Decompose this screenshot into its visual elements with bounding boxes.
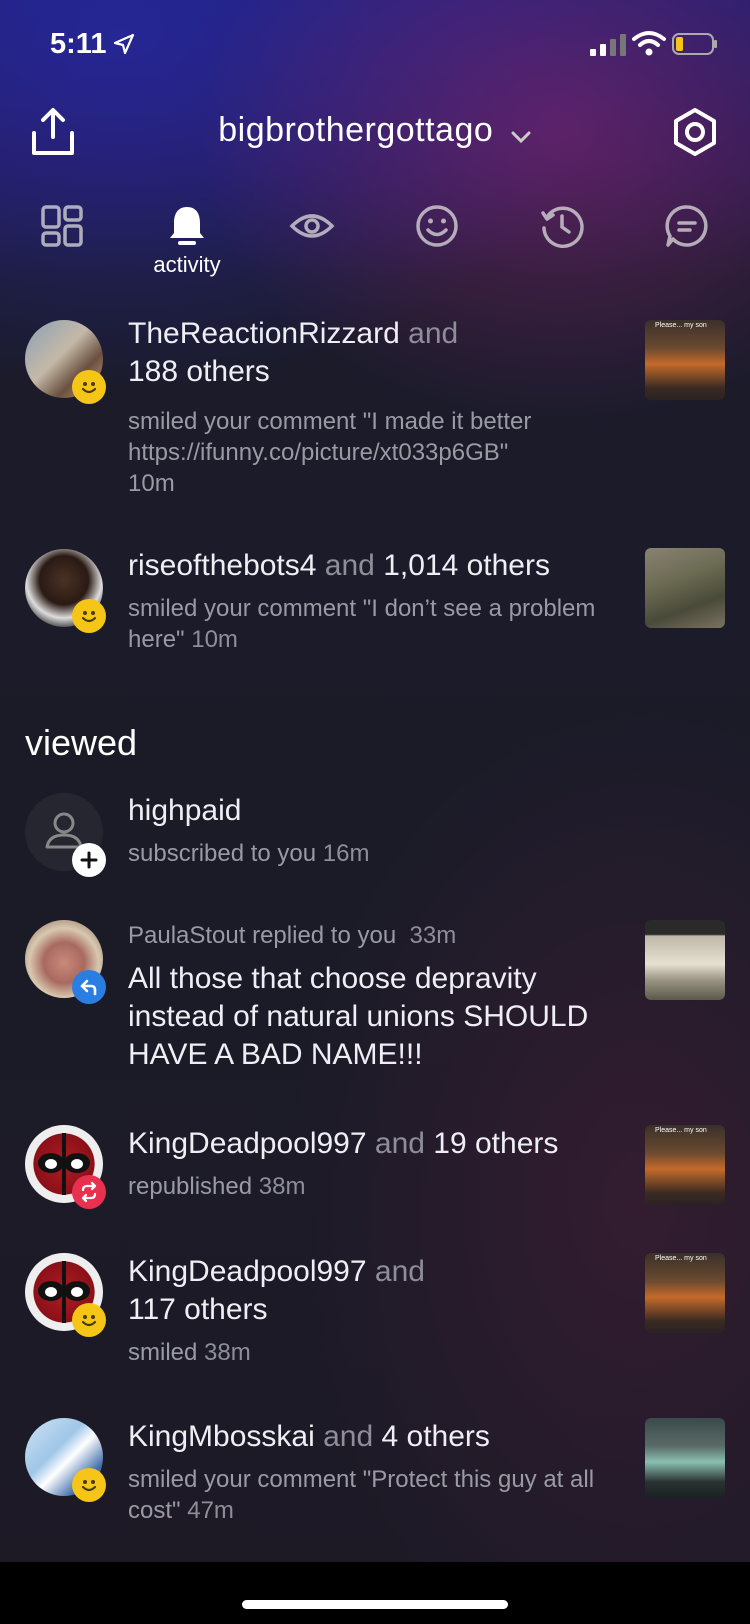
username[interactable]: KingDeadpool997: [128, 1255, 367, 1288]
others-count[interactable]: 1,014 others: [383, 549, 550, 582]
section-title: viewed: [25, 722, 138, 763]
status-time: 5:11: [50, 28, 107, 60]
bell-icon: [170, 207, 204, 245]
username[interactable]: KingMbosskai: [128, 1420, 315, 1453]
notification-title: KingDeadpool997 and 117 others: [128, 1255, 425, 1326]
post-thumbnail[interactable]: Please... my son: [645, 1125, 725, 1205]
tab-bar: activity: [0, 195, 750, 285]
notification-text: subscribed to you 16m: [128, 840, 370, 867]
wifi-icon: [632, 31, 666, 56]
smile-badge-icon: [72, 370, 106, 404]
post-thumbnail[interactable]: [645, 920, 725, 1000]
notification-text: PaulaStout replied to you 33m: [128, 922, 457, 949]
notification-title: TheReactionRizzard and 188 others: [128, 317, 459, 388]
timestamp: 38m: [258, 1173, 306, 1200]
timestamp: 10m: [128, 470, 175, 497]
chevron-down-icon: [511, 131, 531, 143]
battery-icon: [672, 33, 717, 55]
eye-icon: [289, 214, 335, 238]
history-icon: [541, 206, 584, 249]
username[interactable]: TheReactionRizzard: [128, 317, 400, 350]
add-badge-icon: [72, 843, 106, 877]
tab-grid[interactable]: [17, 195, 107, 285]
others-count[interactable]: 19 others: [433, 1127, 558, 1160]
notification-text: smiled your comment "I don’t see a probl…: [128, 595, 596, 653]
post-thumbnail[interactable]: [645, 548, 725, 628]
tab-chats[interactable]: [642, 195, 732, 285]
tab-activity[interactable]: activity: [142, 195, 232, 285]
tab-activity-label: activity: [153, 252, 221, 277]
account-switcher[interactable]: bigbrothergottago: [0, 111, 750, 150]
home-indicator[interactable]: [242, 1600, 508, 1609]
smile-badge-icon: [72, 1303, 106, 1337]
tab-history[interactable]: [517, 195, 607, 285]
chat-icon: [665, 205, 708, 247]
username[interactable]: riseofthebots4: [128, 549, 316, 582]
smile-badge-icon: [72, 1468, 106, 1502]
notification-text: smiled your comment "I made it better ht…: [128, 408, 532, 497]
timestamp: 33m: [409, 922, 457, 949]
others-count[interactable]: 4 others: [382, 1420, 490, 1453]
notification-title: riseofthebots4 and 1,014 others: [128, 549, 550, 582]
republish-badge-icon: [72, 1175, 106, 1209]
reply-badge-icon: [72, 970, 106, 1004]
notification-text: republished 38m: [128, 1173, 306, 1200]
others-count[interactable]: 188 others: [128, 355, 270, 388]
bottom-bar: [0, 1562, 750, 1624]
status-bar: 5:11: [0, 0, 750, 90]
notification-title: KingMbosskai and 4 others: [128, 1420, 490, 1453]
timestamp: 16m: [322, 840, 370, 867]
notification-title: KingDeadpool997 and 19 others: [128, 1127, 559, 1160]
notification-text: smiled 38m: [128, 1339, 251, 1366]
smile-icon: [416, 205, 458, 247]
post-thumbnail[interactable]: [645, 1418, 725, 1498]
reply-text: All those that choose depravity instead …: [128, 962, 589, 1071]
header: bigbrothergottago: [0, 95, 750, 175]
grid-icon: [41, 205, 83, 247]
timestamp: 10m: [191, 626, 238, 653]
cell-signal-icon: [590, 34, 626, 56]
username[interactable]: highpaid: [128, 792, 618, 830]
tab-smiles[interactable]: [392, 195, 482, 285]
tab-viewed[interactable]: [267, 195, 357, 285]
smile-badge-icon: [72, 599, 106, 633]
page-title: bigbrothergottago: [218, 111, 494, 149]
timestamp: 38m: [204, 1339, 251, 1366]
post-thumbnail[interactable]: Please... my son: [645, 1253, 725, 1333]
settings-icon[interactable]: [670, 107, 720, 157]
username[interactable]: KingDeadpool997: [128, 1127, 367, 1160]
notification-text: smiled your comment "Protect this guy at…: [128, 1466, 595, 1524]
timestamp: 47m: [187, 1497, 234, 1524]
others-count[interactable]: 117 others: [128, 1293, 268, 1326]
location-arrow-icon: [113, 33, 135, 55]
post-thumbnail[interactable]: Please... my son: [645, 320, 725, 400]
